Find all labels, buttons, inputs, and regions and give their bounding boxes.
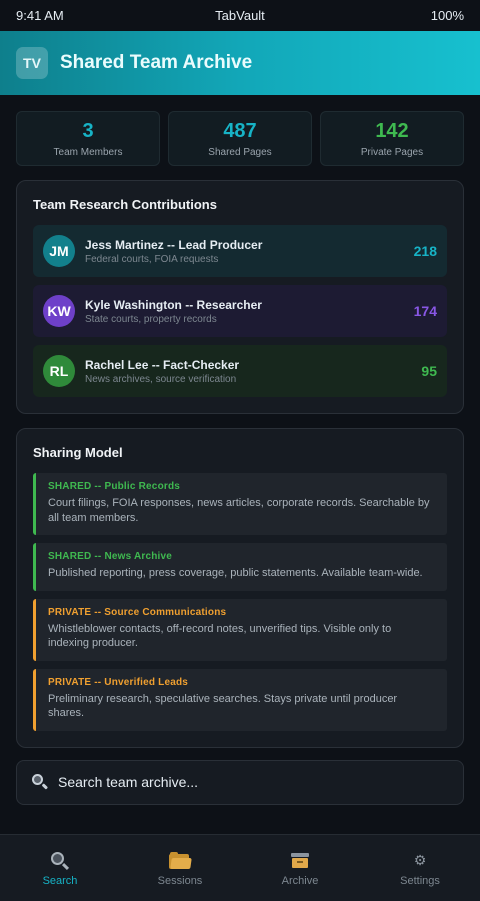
- avatar: KW: [43, 295, 75, 327]
- contributions-title: Team Research Contributions: [33, 197, 217, 212]
- contributor-focus: Federal courts, FOIA requests: [85, 253, 219, 265]
- policy-title: SHARED -- News Archive: [48, 551, 173, 562]
- policy-title: PRIVATE -- Source Communications: [48, 606, 227, 618]
- gear-icon: ⚙: [413, 852, 427, 869]
- stat-label: Shared Pages: [208, 146, 272, 158]
- contributor-name: Rachel Lee -- Fact-Checker: [85, 357, 240, 372]
- stat-value: 142: [375, 119, 409, 142]
- stat-label: Private Pages: [360, 146, 424, 158]
- contributor-row-rachel-lee[interactable]: RL Rachel Lee -- Fact-Checker News archi…: [33, 345, 447, 397]
- policy-description: Published reporting, press coverage, pub…: [48, 567, 423, 579]
- stat-shared-pages: 487 Shared Pages: [168, 111, 312, 166]
- contributor-focus: State courts, property records: [85, 313, 217, 325]
- avatar: RL: [43, 355, 75, 387]
- policy-description: Court filings, FOIA responses, news arti…: [48, 497, 430, 524]
- bottom-tab-bar: Search Sessions Archive ⚙ Settings: [0, 834, 480, 901]
- search-icon: [31, 773, 49, 791]
- contributor-count: 95: [421, 363, 437, 379]
- policy-description: Preliminary research, speculative search…: [48, 692, 398, 720]
- policy-source-communications: PRIVATE -- Source Communications Whistle…: [33, 598, 447, 661]
- status-time: 9:41 AM: [16, 8, 64, 23]
- policy-title: PRIVATE -- Unverified Leads: [48, 676, 189, 688]
- sharing-model-card: Sharing Model SHARED -- Public Records C…: [16, 428, 464, 748]
- stat-value: 3: [82, 119, 94, 142]
- status-app-name: TabVault: [215, 8, 265, 23]
- contributor-count: 174: [413, 303, 437, 319]
- policy-unverified-leads: PRIVATE -- Unverified Leads Preliminary …: [33, 668, 447, 731]
- contributor-name: Jess Martinez -- Lead Producer: [85, 237, 263, 252]
- policy-description: Whistleblower contacts, off-record notes…: [48, 622, 392, 650]
- folder-icon: [169, 852, 192, 869]
- tab-label: Archive: [281, 874, 319, 887]
- contributions-card: Team Research Contributions JM Jess Mart…: [16, 180, 464, 414]
- stat-label: Team Members: [53, 146, 123, 158]
- sharing-model-title: Sharing Model: [33, 445, 123, 460]
- contributor-row-jess-martinez[interactable]: JM Jess Martinez -- Lead Producer Federa…: [33, 225, 447, 277]
- status-bar: 9:41 AM TabVault 100%: [0, 0, 480, 31]
- stats-row: 3 Team Members 487 Shared Pages 142 Priv…: [0, 95, 480, 166]
- stat-team-members: 3 Team Members: [16, 111, 160, 166]
- tab-label: Sessions: [157, 874, 203, 887]
- search-input[interactable]: [58, 774, 449, 790]
- tab-search[interactable]: Search: [0, 835, 120, 901]
- tab-settings[interactable]: ⚙ Settings: [360, 835, 480, 901]
- policy-title: SHARED -- Public Records: [48, 481, 181, 492]
- stat-value: 487: [223, 119, 257, 142]
- tab-sessions[interactable]: Sessions: [120, 835, 240, 901]
- contributor-name: Kyle Washington -- Researcher: [85, 297, 262, 312]
- archive-box-icon: [291, 853, 309, 868]
- contributor-row-kyle-washington[interactable]: KW Kyle Washington -- Researcher State c…: [33, 285, 447, 337]
- tab-archive[interactable]: Archive: [240, 835, 360, 901]
- status-battery: 100%: [430, 8, 464, 23]
- contributor-focus: News archives, source verification: [85, 373, 237, 385]
- policy-public-records: SHARED -- Public Records Court filings, …: [33, 473, 447, 535]
- tab-label: Search: [42, 874, 78, 887]
- page-title: Shared Team Archive: [60, 52, 253, 73]
- contributor-count: 218: [413, 243, 437, 259]
- avatar: JM: [43, 235, 75, 267]
- policy-news-archive: SHARED -- News Archive Published reporti…: [33, 543, 447, 591]
- app-header: TV Shared Team Archive: [0, 31, 480, 95]
- search-icon: [50, 851, 70, 871]
- stat-private-pages: 142 Private Pages: [320, 111, 464, 166]
- tab-label: Settings: [400, 874, 440, 887]
- search-bar[interactable]: [16, 759, 464, 805]
- app-logo: TV: [16, 47, 48, 79]
